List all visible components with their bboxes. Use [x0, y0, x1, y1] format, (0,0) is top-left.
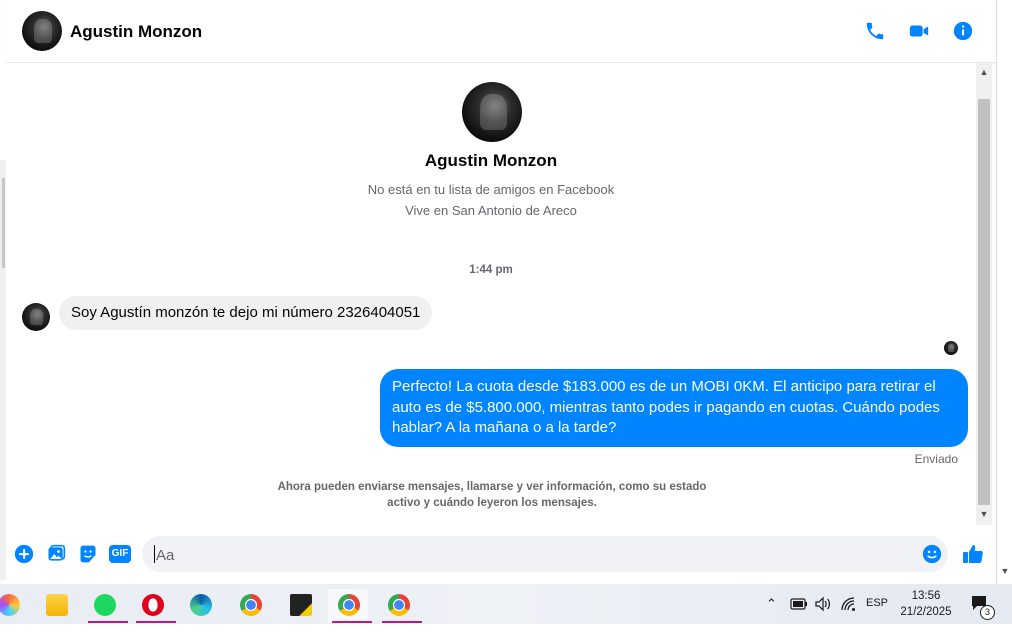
friend-status-text: No está en tu lista de amigos en Faceboo… [367, 182, 615, 197]
sender-avatar[interactable] [22, 303, 50, 331]
edge-icon [190, 594, 212, 616]
clock-date: 21/2/2025 [900, 606, 952, 618]
taskbar-edge[interactable] [180, 589, 220, 623]
message-list: Agustin Monzon No está en tu lista de am… [6, 63, 976, 525]
chrome-icon [240, 594, 262, 616]
running-indicator [136, 621, 176, 623]
chat-window: Agustin Monzon Agustin Monzon No está en… [0, 0, 1012, 584]
sticker-icon[interactable] [78, 544, 98, 564]
message-timestamp: 1:44 pm [469, 264, 513, 276]
running-indicator [382, 621, 422, 623]
connection-notice: Ahora pueden enviarse mensajes, llamarse… [277, 481, 707, 509]
incoming-message-bubble[interactable]: Soy Agustín monzón te dejo mi número 232… [59, 296, 433, 330]
taskbar-file-explorer[interactable] [36, 589, 76, 623]
gif-button[interactable]: GIF [109, 545, 131, 563]
copilot-icon [0, 594, 20, 616]
profile-name: Agustin Monzon [424, 151, 558, 170]
contact-name[interactable]: Agustin Monzon [70, 22, 202, 42]
taskbar-copilot[interactable] [0, 589, 28, 623]
chat-header: Agustin Monzon [6, 0, 996, 63]
message-composer: GIF [6, 530, 996, 580]
running-indicator [332, 621, 372, 623]
page-scroll-down-icon[interactable]: ▼ [997, 566, 1012, 576]
windows-taskbar: ⌃ ESP 13:56 21/2/2025 3 [0, 584, 1012, 624]
message-input[interactable] [154, 536, 918, 574]
scroll-up-arrow-icon[interactable]: ▲ [976, 67, 992, 77]
show-hidden-icons-chevron-icon[interactable]: ⌃ [766, 596, 777, 636]
emoji-icon[interactable] [922, 544, 942, 564]
clock-time: 13:56 [911, 590, 941, 602]
photo-attach-icon[interactable] [46, 544, 66, 564]
taskbar-chrome-profile-2[interactable] [378, 589, 422, 623]
opera-icon [142, 594, 164, 616]
message-input-box[interactable] [142, 536, 948, 574]
info-icon[interactable] [952, 20, 974, 42]
location-text: Vive en San Antonio de Areco [405, 203, 577, 218]
taskbar-chrome[interactable] [230, 589, 270, 623]
message-scrollbar[interactable]: ▲ ▼ [976, 63, 992, 525]
page-scrollbar[interactable]: ▼ [996, 0, 1012, 584]
spotify-icon [94, 594, 116, 616]
chrome-profile-icon [338, 594, 360, 616]
like-thumbs-up-icon[interactable] [961, 542, 985, 566]
system-clock[interactable]: 13:56 21/2/2025 [894, 588, 958, 620]
sent-status: Enviado [914, 452, 958, 466]
language-indicator[interactable]: ESP [866, 597, 888, 637]
phone-call-icon[interactable] [864, 20, 886, 42]
profile-avatar[interactable] [462, 82, 522, 142]
seen-indicator-avatar [944, 341, 958, 355]
add-more-icon[interactable] [14, 544, 34, 564]
volume-icon[interactable] [814, 596, 832, 612]
running-indicator [88, 621, 128, 623]
taskbar-sticky-notes[interactable] [280, 589, 320, 623]
file-explorer-icon [46, 594, 68, 616]
outgoing-message-bubble[interactable]: Perfecto! La cuota desde $183.000 es de … [380, 369, 968, 447]
taskbar-opera[interactable] [132, 589, 176, 623]
scroll-down-arrow-icon[interactable]: ▼ [976, 509, 992, 519]
contact-avatar[interactable] [22, 11, 62, 51]
text-caret [154, 545, 155, 563]
wifi-icon[interactable] [840, 596, 856, 612]
battery-icon[interactable] [790, 597, 808, 611]
scroll-thumb[interactable] [978, 99, 990, 505]
video-call-icon[interactable] [908, 20, 930, 42]
taskbar-spotify[interactable] [84, 589, 128, 623]
notification-count-badge: 3 [980, 605, 995, 620]
sticky-notes-icon [290, 594, 312, 616]
taskbar-chrome-profile[interactable] [328, 589, 372, 623]
chrome-profile-2-icon [388, 594, 410, 616]
